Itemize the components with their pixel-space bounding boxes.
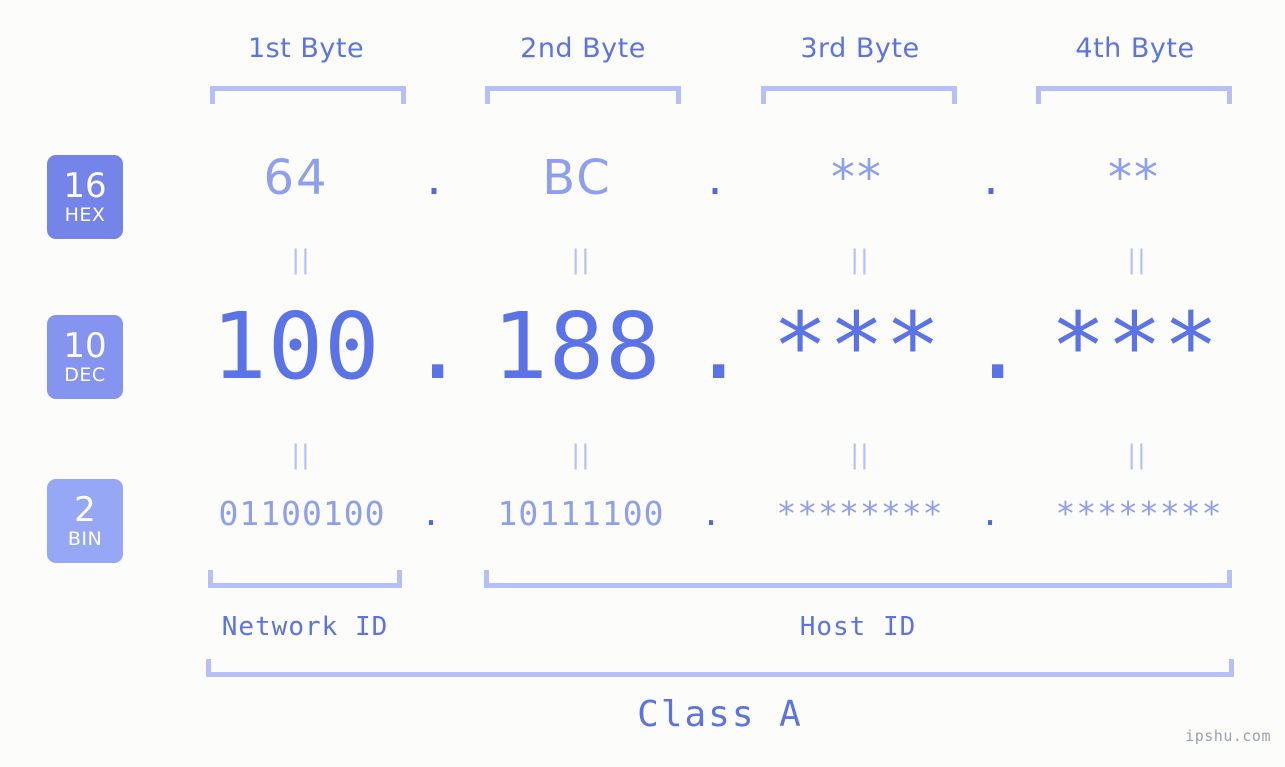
- hex-byte-4: **: [1108, 150, 1160, 206]
- host-id-label: Host ID: [799, 612, 917, 642]
- dec-dot-3: .: [970, 293, 1026, 400]
- network-id-bracket: [208, 570, 402, 588]
- network-id-label: Network ID: [221, 612, 389, 642]
- equals-connector-hex-dec-2: ||: [571, 245, 591, 275]
- equals-connector-dec-bin-3: ||: [850, 440, 870, 470]
- byte-header-label-3: 3rd Byte: [800, 33, 920, 64]
- byte-bracket-3: [761, 86, 957, 104]
- bin-byte-3: ********: [776, 494, 944, 533]
- hex-byte-3: **: [831, 150, 883, 206]
- byte-header-label-1: 1st Byte: [247, 33, 365, 64]
- equals-connector-dec-bin-1: ||: [291, 440, 311, 470]
- base-badge-bin-name: BIN: [67, 528, 103, 550]
- bin-dot-2: .: [701, 494, 721, 533]
- byte-bracket-4: [1036, 86, 1232, 104]
- bin-dot-3: .: [980, 494, 1000, 533]
- base-badge-dec-name: DEC: [64, 364, 106, 386]
- ip-address-breakdown-diagram: 1st Byte 2nd Byte 3rd Byte 4th Byte 16 H…: [0, 0, 1285, 767]
- hex-dot-2: .: [707, 150, 723, 206]
- base-badge-bin[interactable]: 2 BIN: [47, 479, 123, 563]
- bin-dot-1: .: [421, 494, 441, 533]
- bin-byte-1: 01100100: [218, 494, 386, 533]
- base-badge-hex[interactable]: 16 HEX: [47, 155, 123, 239]
- site-watermark: ipshu.com: [1185, 727, 1271, 745]
- equals-connector-hex-dec-4: ||: [1127, 245, 1147, 275]
- equals-connector-dec-bin-2: ||: [571, 440, 591, 470]
- base-badge-dec[interactable]: 10 DEC: [47, 315, 123, 399]
- base-badge-hex-name: HEX: [64, 204, 106, 226]
- byte-bracket-1: [210, 86, 406, 104]
- dec-dot-1: .: [410, 293, 466, 400]
- byte-header-label-4: 4th Byte: [1075, 33, 1195, 64]
- hex-byte-1: 64: [263, 150, 329, 206]
- dec-byte-4: ***: [1050, 293, 1220, 400]
- base-badge-hex-number: 16: [63, 166, 107, 206]
- dec-dot-2: .: [691, 293, 747, 400]
- base-badge-dec-number: 10: [63, 326, 107, 366]
- bin-byte-2: 10111100: [497, 494, 665, 533]
- byte-bracket-2: [485, 86, 681, 104]
- host-id-bracket: [484, 570, 1232, 588]
- class-bracket: [206, 659, 1234, 677]
- dec-byte-3: ***: [772, 293, 942, 400]
- equals-connector-hex-dec-3: ||: [850, 245, 870, 275]
- hex-dot-1: .: [426, 150, 442, 206]
- equals-connector-dec-bin-4: ||: [1127, 440, 1147, 470]
- bin-byte-4: ********: [1055, 494, 1223, 533]
- dec-byte-1: 100: [211, 293, 381, 400]
- dec-byte-2: 188: [492, 293, 662, 400]
- hex-byte-2: BC: [542, 150, 612, 206]
- hex-dot-3: .: [983, 150, 999, 206]
- byte-header-label-2: 2nd Byte: [520, 33, 646, 64]
- base-badge-bin-number: 2: [74, 490, 96, 530]
- class-label: Class A: [637, 694, 803, 735]
- equals-connector-hex-dec-1: ||: [291, 245, 311, 275]
